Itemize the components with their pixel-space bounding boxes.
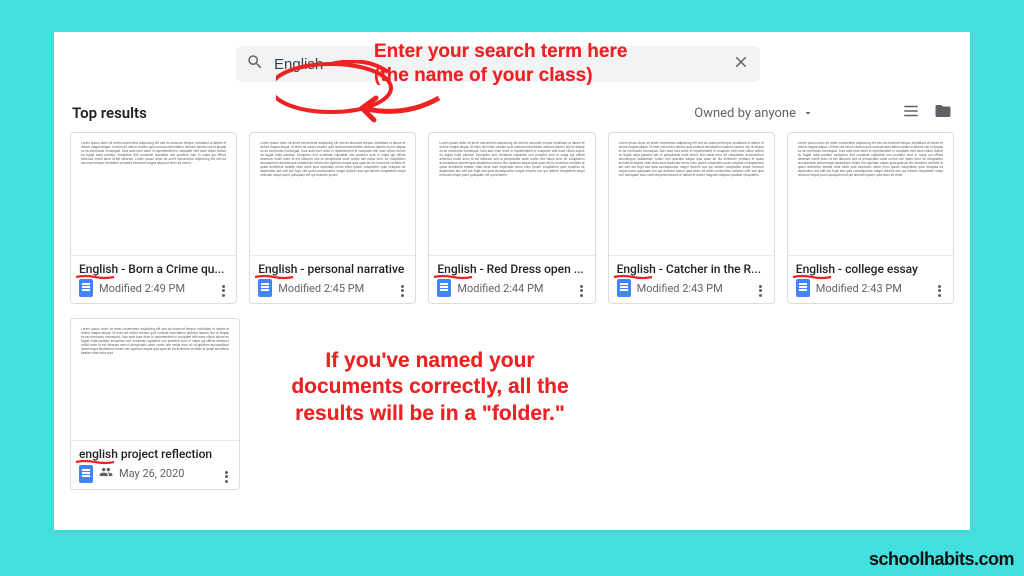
modified-time: Modified 2:43 PM: [816, 282, 902, 295]
top-results-label: Top results: [72, 104, 147, 122]
doc-thumbnail: Lorem ipsum dolor sit amet consectetur a…: [71, 319, 239, 440]
doc-thumbnail: Lorem ipsum dolor sit amet consectetur a…: [609, 133, 774, 255]
search-icon: [246, 53, 264, 75]
card-footer: english project reflection May 26, 2020: [71, 440, 239, 489]
google-docs-icon: [617, 279, 631, 297]
modified-time: Modified 2:49 PM: [99, 282, 185, 295]
google-docs-icon: [437, 279, 451, 297]
more-options-icon[interactable]: [216, 283, 230, 297]
google-docs-icon: [79, 465, 93, 483]
more-options-icon[interactable]: [575, 283, 589, 297]
annotation-top: Enter your search term here (the name of…: [374, 40, 627, 88]
more-options-icon[interactable]: [933, 283, 947, 297]
result-card[interactable]: Lorem ipsum dolor sit amet consectetur a…: [608, 132, 775, 304]
drive-search-panel: Top results Owned by anyone Lorem ipsum …: [54, 32, 970, 530]
result-card[interactable]: Lorem ipsum dolor sit amet consectetur a…: [70, 318, 240, 490]
card-footer: English - personal narrative Modified 2:…: [250, 255, 415, 303]
card-footer: English - Catcher in the R... Modified 2…: [609, 255, 774, 303]
modified-time: Modified 2:45 PM: [278, 282, 364, 295]
result-card[interactable]: Lorem ipsum dolor sit amet consectetur a…: [249, 132, 416, 304]
doc-thumbnail: Lorem ipsum dolor sit amet consectetur a…: [250, 133, 415, 255]
modified-time: May 26, 2020: [119, 467, 184, 480]
watermark: schoolhabits.com: [869, 549, 1014, 570]
card-footer: English - Red Dress open ... Modified 2:…: [429, 255, 594, 303]
more-options-icon[interactable]: [219, 469, 233, 483]
list-view-icon[interactable]: [902, 102, 920, 124]
more-options-icon[interactable]: [754, 283, 768, 297]
owned-by-label: Owned by anyone: [694, 106, 796, 121]
doc-thumbnail: Lorem ipsum dolor sit amet consectetur a…: [788, 133, 953, 255]
results-grid: Lorem ipsum dolor sit amet consectetur a…: [70, 132, 954, 304]
chevron-down-icon: [802, 107, 814, 119]
results-grid-row2: Lorem ipsum dolor sit amet consectetur a…: [70, 318, 240, 490]
modified-time: Modified 2:43 PM: [637, 282, 723, 295]
card-footer: English - Born a Crime qu... Modified 2:…: [71, 255, 236, 303]
result-card[interactable]: Lorem ipsum dolor sit amet consectetur a…: [70, 132, 237, 304]
google-docs-icon: [258, 279, 272, 297]
more-options-icon[interactable]: [395, 283, 409, 297]
owned-by-filter[interactable]: Owned by anyone: [694, 106, 814, 121]
google-docs-icon: [79, 279, 93, 297]
folder-view-icon[interactable]: [934, 102, 952, 124]
shared-icon: [99, 464, 113, 483]
clear-search-icon[interactable]: [732, 53, 750, 75]
annotation-middle: If you've named your documents correctly…: [280, 348, 580, 427]
modified-time: Modified 2:44 PM: [457, 282, 543, 295]
google-docs-icon: [796, 279, 810, 297]
result-card[interactable]: Lorem ipsum dolor sit amet consectetur a…: [787, 132, 954, 304]
doc-thumbnail: Lorem ipsum dolor sit amet consectetur a…: [71, 133, 236, 255]
results-header: Top results Owned by anyone: [72, 102, 952, 124]
card-footer: English - college essay Modified 2:43 PM: [788, 255, 953, 303]
result-card[interactable]: Lorem ipsum dolor sit amet consectetur a…: [428, 132, 595, 304]
doc-thumbnail: Lorem ipsum dolor sit amet consectetur a…: [429, 133, 594, 255]
